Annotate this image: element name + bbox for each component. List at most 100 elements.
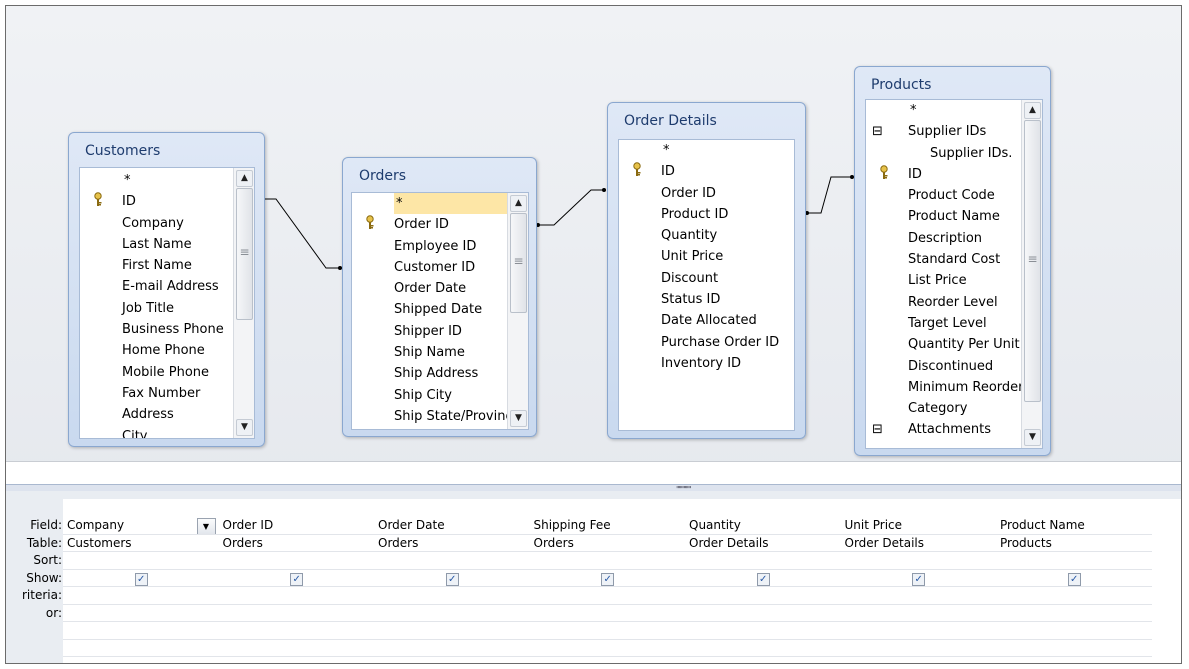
criteria-cell[interactable] — [996, 587, 1152, 605]
table-cell[interactable]: Customers — [63, 535, 219, 552]
sort-cell[interactable] — [374, 552, 530, 570]
vertical-scrollbar[interactable]: ▲ ▼ — [1021, 100, 1042, 448]
empty-cell[interactable] — [996, 622, 1152, 640]
criteria-cell[interactable] — [63, 587, 219, 605]
field-item[interactable]: Inventory ID — [661, 353, 779, 374]
scroll-thumb[interactable] — [510, 213, 527, 313]
field-item[interactable]: Order Date — [394, 278, 507, 299]
field-item[interactable]: Product Name — [908, 206, 1021, 227]
field-item[interactable]: Standard Cost — [908, 249, 1021, 270]
field-cell[interactable]: Company ▼ — [63, 517, 219, 535]
field-item[interactable]: Home Phone — [122, 340, 224, 361]
field-item[interactable]: Business Phone — [122, 319, 224, 340]
field-item[interactable]: Last Name — [122, 234, 224, 255]
show-checkbox[interactable]: ✓ — [290, 572, 304, 586]
table-customers[interactable]: Customers * ID Company Last Name First Name E… — [68, 132, 265, 447]
vertical-scrollbar[interactable]: ▲ ▼ — [507, 193, 528, 429]
show-cell[interactable]: ✓ — [63, 570, 219, 587]
grid-column[interactable]: Order Date Orders ✓ — [374, 499, 531, 663]
show-cell[interactable]: ✓ — [840, 570, 996, 587]
empty-cell[interactable] — [840, 622, 996, 640]
field-item[interactable]: Shipper ID — [394, 321, 507, 342]
show-checkbox[interactable]: ✓ — [1067, 572, 1081, 586]
grid-column[interactable]: Product Name Products ✓ — [996, 499, 1153, 663]
show-cell[interactable]: ✓ — [529, 570, 685, 587]
field-cell[interactable]: Quantity — [685, 517, 841, 535]
field-item[interactable]: Product Code — [908, 185, 1021, 206]
table-order-details[interactable]: Order Details * ID Order ID Product ID Quant… — [607, 102, 806, 439]
field-list-order-details[interactable]: * ID Order ID Product ID Quantity Unit Price D… — [618, 139, 795, 431]
field-item[interactable]: Discount — [661, 268, 779, 289]
pane-splitter[interactable]: '''''''''''' — [6, 484, 1181, 494]
field-item[interactable]: * — [394, 193, 507, 215]
table-cell[interactable]: Orders — [374, 535, 530, 552]
scroll-up-icon[interactable]: ▲ — [510, 195, 527, 212]
show-cell[interactable]: ✓ — [218, 570, 374, 587]
grid-column[interactable]: Quantity Order Details ✓ — [685, 499, 842, 663]
grid-column[interactable]: Company ▼ Customers ✓ — [63, 499, 220, 663]
empty-cell[interactable] — [840, 640, 996, 657]
show-checkbox[interactable]: ✓ — [134, 572, 148, 586]
empty-cell[interactable] — [529, 640, 685, 657]
or-cell[interactable] — [374, 605, 530, 622]
field-item[interactable]: Minimum Reorder Quantity — [908, 377, 1042, 398]
empty-cell[interactable] — [218, 622, 374, 640]
or-cell[interactable] — [996, 605, 1152, 622]
field-list-customers[interactable]: * ID Company Last Name First Name E-mail Addr… — [79, 167, 255, 439]
field-item[interactable]: Company — [122, 213, 224, 234]
field-cell[interactable]: Order Date — [374, 517, 530, 535]
scroll-thumb[interactable] — [236, 188, 253, 320]
scroll-down-icon[interactable]: ▼ — [236, 419, 253, 436]
or-cell[interactable] — [529, 605, 685, 622]
table-cell[interactable]: Orders — [529, 535, 685, 552]
field-item[interactable]: * — [661, 140, 779, 161]
empty-cell[interactable] — [63, 622, 219, 640]
criteria-cell[interactable] — [374, 587, 530, 605]
field-item[interactable]: Unit Price — [661, 246, 779, 267]
scroll-down-icon[interactable]: ▼ — [510, 410, 527, 427]
grid-column[interactable]: Shipping Fee Orders ✓ — [529, 499, 686, 663]
table-cell[interactable]: Orders — [218, 535, 374, 552]
field-item[interactable]: ID — [880, 164, 1021, 185]
field-item[interactable]: Shipped Date — [394, 299, 507, 320]
field-item[interactable]: Target Level — [908, 313, 1021, 334]
show-cell[interactable]: ✓ — [996, 570, 1152, 587]
horizontal-scrollbar[interactable] — [6, 461, 1181, 485]
empty-cell[interactable] — [374, 622, 530, 640]
sort-cell[interactable] — [840, 552, 996, 570]
field-cell[interactable]: Unit Price — [840, 517, 996, 535]
field-item[interactable]: Quantity Per Unit — [908, 334, 1021, 355]
criteria-cell[interactable] — [840, 587, 996, 605]
show-cell[interactable]: ✓ — [685, 570, 841, 587]
sort-cell[interactable] — [685, 552, 841, 570]
sort-cell[interactable] — [218, 552, 374, 570]
empty-cell[interactable] — [218, 640, 374, 657]
field-item[interactable]: Product ID — [661, 204, 779, 225]
field-item[interactable]: List Price — [908, 270, 1021, 291]
field-cell[interactable]: Order ID — [218, 517, 374, 535]
field-item[interactable]: Status ID — [661, 289, 779, 310]
empty-cell[interactable] — [685, 622, 841, 640]
field-item[interactable]: City — [122, 426, 224, 438]
field-item[interactable]: Purchase Order ID — [661, 332, 779, 353]
field-item[interactable]: Order ID — [661, 183, 779, 204]
field-item[interactable]: * — [122, 170, 224, 191]
or-cell[interactable] — [685, 605, 841, 622]
table-cell[interactable]: Products — [996, 535, 1152, 552]
vertical-scrollbar[interactable]: ▲ ▼ — [233, 168, 254, 438]
grid-column[interactable]: Unit Price Order Details ✓ — [840, 499, 997, 663]
field-list-orders[interactable]: * Order ID Employee ID Customer ID Order Dat… — [351, 192, 529, 430]
expander-icon[interactable]: ⊟ — [872, 121, 883, 142]
field-item[interactable]: * — [908, 100, 1021, 121]
field-item[interactable]: Ship City — [394, 385, 507, 406]
grid-column-empty[interactable] — [1151, 499, 1181, 663]
field-item[interactable]: Description — [908, 228, 1021, 249]
table-products[interactable]: Products * ⊟ Supplier IDs Supplier IDs. ID Pr… — [854, 66, 1051, 456]
show-checkbox[interactable]: ✓ — [756, 572, 770, 586]
grid-column[interactable]: Order ID Orders ✓ — [218, 499, 375, 663]
show-checkbox[interactable]: ✓ — [601, 572, 615, 586]
field-item[interactable]: E-mail Address — [122, 276, 224, 297]
empty-cell[interactable] — [63, 640, 219, 657]
or-cell[interactable] — [840, 605, 996, 622]
field-item[interactable]: Date Allocated — [661, 310, 779, 331]
